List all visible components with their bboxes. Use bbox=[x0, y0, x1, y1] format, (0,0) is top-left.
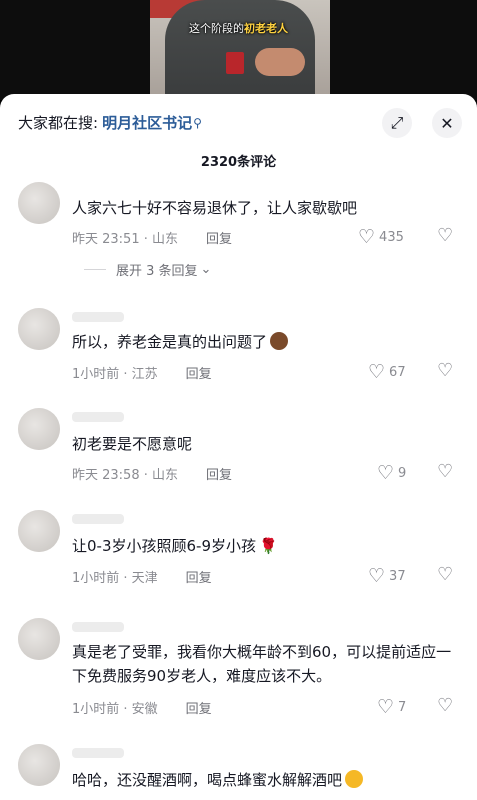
like-count: 67 bbox=[389, 364, 406, 380]
comment-time-location: 昨天 23:51 · 山东 bbox=[72, 232, 178, 247]
expand-replies-label: 展开 3 条回复 bbox=[116, 264, 198, 279]
reply-button[interactable]: 回复 bbox=[206, 228, 232, 247]
comment-meta: 1小时前 · 天津 回复 bbox=[72, 567, 212, 586]
divider-line bbox=[84, 269, 106, 270]
comment-meta: 1小时前 · 安徽 回复 bbox=[72, 698, 212, 717]
chevron-down-icon: ⌄ bbox=[200, 262, 212, 277]
avatar[interactable] bbox=[18, 308, 60, 350]
comment-time-location: 1小时前 · 安徽 bbox=[72, 702, 158, 717]
caption-highlight: 初老老人 bbox=[244, 22, 288, 35]
like-count: 7 bbox=[398, 699, 407, 715]
comment-text: 真是老了受罪，我看你大概年龄不到60，可以提前适应一下免费服务90岁老人，难度应… bbox=[72, 643, 452, 685]
comment-text-content: 哈哈，还没醒酒啊，喝点蜂蜜水解解酒吧 bbox=[72, 771, 343, 789]
video-caption: 这个阶段的初老老人 bbox=[0, 20, 477, 36]
reply-button[interactable]: 回复 bbox=[186, 698, 212, 717]
heart-icon: ♡ bbox=[368, 361, 386, 383]
rose-emoji: 🌹 bbox=[259, 537, 278, 555]
avatar[interactable] bbox=[18, 408, 60, 450]
comment-text: 所以，养老金是真的出问题了 bbox=[72, 330, 462, 354]
poop-emoji bbox=[270, 332, 289, 350]
comments-sheet: 大家都在搜: 明月社区书记 ⚲ ⤢ ✕ 2320条评论 人家六七十好不容易退休了… bbox=[0, 94, 477, 800]
heart-icon: ♡ bbox=[368, 565, 386, 587]
search-keyword[interactable]: 明月社区书记 bbox=[102, 112, 192, 133]
comment-time-location: 1小时前 · 江苏 bbox=[72, 367, 158, 382]
comment-text: 哈哈，还没醒酒啊，喝点蜂蜜水解解酒吧 bbox=[72, 768, 462, 792]
reply-button[interactable]: 回复 bbox=[186, 363, 212, 382]
laughing-tears-emoji bbox=[345, 770, 364, 788]
dislike-icon[interactable]: ♡ bbox=[437, 225, 453, 246]
comment-meta: 昨天 23:58 · 山东 回复 bbox=[72, 464, 232, 483]
dislike-icon[interactable]: ♡ bbox=[437, 564, 453, 585]
comment-text-content: 让0-3岁小孩照顾6-9岁小孩 bbox=[72, 537, 256, 555]
avatar[interactable] bbox=[18, 510, 60, 552]
close-icon[interactable]: ✕ bbox=[432, 108, 462, 138]
like-button[interactable]: ♡ 7 bbox=[377, 696, 406, 718]
like-button[interactable]: ♡ 37 bbox=[368, 565, 406, 587]
reply-button[interactable]: 回复 bbox=[206, 464, 232, 483]
heart-icon: ♡ bbox=[377, 696, 395, 718]
dislike-icon[interactable]: ♡ bbox=[437, 461, 453, 482]
search-suggestion[interactable]: 大家都在搜: 明月社区书记 ⚲ bbox=[18, 112, 202, 133]
video-preview[interactable]: 这个阶段的初老老人 bbox=[0, 0, 477, 100]
avatar[interactable] bbox=[18, 182, 60, 224]
username-blurred bbox=[72, 622, 124, 632]
comment-time-location: 1小时前 · 天津 bbox=[72, 571, 158, 586]
expand-icon[interactable]: ⤢ bbox=[382, 108, 412, 138]
like-button[interactable]: ♡ 435 bbox=[358, 226, 404, 248]
reply-button[interactable]: 回复 bbox=[186, 567, 212, 586]
like-count: 9 bbox=[398, 465, 407, 481]
like-count: 435 bbox=[379, 229, 404, 245]
comment-time-location: 昨天 23:58 · 山东 bbox=[72, 468, 178, 483]
comment-text: 让0-3岁小孩照顾6-9岁小孩 🌹 bbox=[72, 534, 462, 558]
heart-icon: ♡ bbox=[377, 462, 395, 484]
heart-icon: ♡ bbox=[358, 226, 376, 248]
search-icon: ⚲ bbox=[193, 115, 202, 130]
dislike-icon[interactable]: ♡ bbox=[437, 695, 453, 716]
comment-text: 人家六七十好不容易退休了，让人家歇歇吧 bbox=[72, 199, 358, 217]
avatar[interactable] bbox=[18, 744, 60, 786]
like-count: 37 bbox=[389, 568, 406, 584]
dislike-icon[interactable]: ♡ bbox=[437, 360, 453, 381]
caption-prefix: 这个阶段的 bbox=[189, 22, 244, 35]
username-blurred bbox=[72, 412, 124, 422]
expand-replies-button[interactable]: 展开 3 条回复 ⌄ bbox=[84, 260, 211, 279]
comment-meta: 昨天 23:51 · 山东 回复 bbox=[72, 228, 232, 247]
comment-meta: 1小时前 · 江苏 回复 bbox=[72, 363, 212, 382]
like-button[interactable]: ♡ 9 bbox=[377, 462, 406, 484]
video-hand bbox=[255, 48, 305, 76]
comment-text-content: 所以，养老金是真的出问题了 bbox=[72, 333, 268, 351]
username-blurred bbox=[72, 748, 124, 758]
comment-text: 初老要是不愿意呢 bbox=[72, 435, 193, 453]
username-blurred bbox=[72, 514, 124, 524]
shirt-badge-icon bbox=[226, 52, 244, 74]
comment-count: 2320条评论 bbox=[200, 155, 277, 170]
avatar[interactable] bbox=[18, 618, 60, 660]
like-button[interactable]: ♡ 67 bbox=[368, 361, 406, 383]
search-prefix: 大家都在搜: bbox=[18, 114, 99, 132]
username-blurred bbox=[72, 312, 124, 322]
